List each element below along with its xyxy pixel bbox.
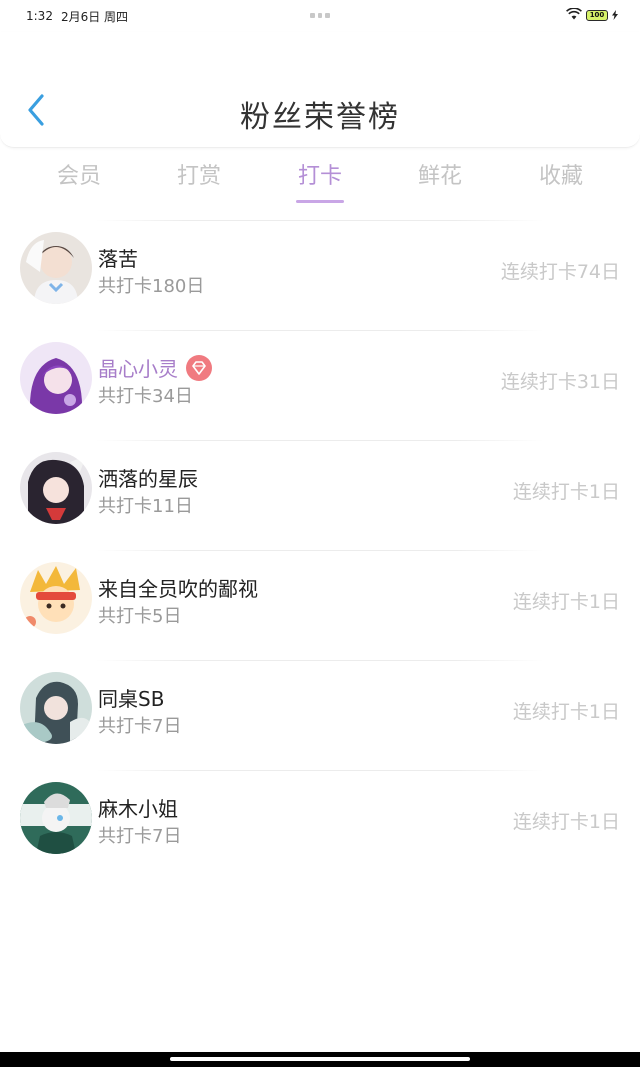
- user-name-text: 麻木小姐: [98, 797, 178, 821]
- status-time: 1:32: [26, 9, 53, 23]
- list-item[interactable]: 落苦 共打卡180日 连续打卡74日: [0, 220, 640, 330]
- multitask-dots-icon[interactable]: [310, 13, 331, 19]
- divider: [96, 660, 544, 661]
- divider: [96, 220, 544, 221]
- total-checkin: 共打卡5日: [98, 606, 182, 627]
- user-name: 晶心小灵: [98, 353, 212, 382]
- user-name-text: 晶心小灵: [98, 357, 178, 381]
- user-name: 麻木小姐: [98, 793, 178, 822]
- diamond-icon: [186, 354, 212, 381]
- total-checkin: 共打卡34日: [98, 386, 193, 407]
- avatar[interactable]: [20, 672, 92, 744]
- tab-member[interactable]: 会员: [39, 158, 119, 190]
- tab-checkin[interactable]: 打卡: [280, 158, 360, 190]
- streak-checkin: 连续打卡1日: [512, 701, 620, 723]
- status-date: 2月6日 周四: [60, 9, 129, 24]
- total-checkin: 共打卡11日: [98, 496, 193, 517]
- ranking-list: 落苦 共打卡180日 连续打卡74日 晶心小灵 共打卡34日 连续打卡31日 洒…: [0, 220, 640, 880]
- active-tab-indicator: [296, 200, 344, 203]
- divider: [96, 770, 544, 771]
- tab-flowers[interactable]: 鲜花: [400, 158, 480, 190]
- user-name: 落苦: [98, 243, 138, 272]
- avatar[interactable]: [20, 232, 92, 304]
- list-item[interactable]: 来自全员吹的鄙视 共打卡5日 连续打卡1日: [0, 550, 640, 660]
- streak-checkin: 连续打卡1日: [512, 481, 620, 503]
- avatar[interactable]: [20, 452, 92, 524]
- battery-icon: 100: [586, 10, 608, 21]
- tab-bar: 会员 打赏 打卡 鲜花 收藏: [0, 152, 640, 208]
- streak-checkin: 连续打卡1日: [512, 811, 620, 833]
- list-item[interactable]: 麻木小姐 共打卡7日 连续打卡1日: [0, 770, 640, 880]
- list-item[interactable]: 晶心小灵 共打卡34日 连续打卡31日: [0, 330, 640, 440]
- wifi-icon: [566, 7, 582, 23]
- divider: [96, 440, 544, 441]
- user-name-text: 来自全员吹的鄙视: [98, 577, 258, 601]
- status-bar: 1:32 2月6日 周四 100: [0, 0, 640, 32]
- list-item[interactable]: 同桌SB 共打卡7日 连续打卡1日: [0, 660, 640, 770]
- charging-icon: [612, 9, 618, 23]
- divider: [96, 550, 544, 551]
- navigation-bar: [0, 1052, 640, 1067]
- total-checkin: 共打卡180日: [98, 276, 205, 297]
- header: 粉丝荣誉榜: [0, 32, 640, 148]
- avatar[interactable]: [20, 562, 92, 634]
- list-item[interactable]: 洒落的星辰 共打卡11日 连续打卡1日: [0, 440, 640, 550]
- user-name: 来自全员吹的鄙视: [98, 573, 258, 602]
- streak-checkin: 连续打卡31日: [500, 371, 620, 393]
- divider: [96, 330, 544, 331]
- user-name: 洒落的星辰: [98, 463, 198, 492]
- user-name: 同桌SB: [98, 683, 164, 712]
- tab-reward[interactable]: 打赏: [159, 158, 239, 190]
- user-name-text: 落苦: [98, 247, 138, 271]
- total-checkin: 共打卡7日: [98, 716, 182, 737]
- home-indicator[interactable]: [170, 1057, 470, 1061]
- status-icons: 100: [566, 7, 618, 23]
- page-title: 粉丝荣誉榜: [240, 100, 400, 135]
- tab-favorites[interactable]: 收藏: [521, 158, 601, 190]
- avatar[interactable]: [20, 782, 92, 854]
- user-name-text: 同桌SB: [98, 687, 165, 711]
- avatar[interactable]: [20, 342, 92, 414]
- streak-checkin: 连续打卡74日: [500, 261, 620, 283]
- total-checkin: 共打卡7日: [98, 826, 182, 847]
- user-name-text: 洒落的星辰: [98, 467, 198, 491]
- streak-checkin: 连续打卡1日: [512, 591, 620, 613]
